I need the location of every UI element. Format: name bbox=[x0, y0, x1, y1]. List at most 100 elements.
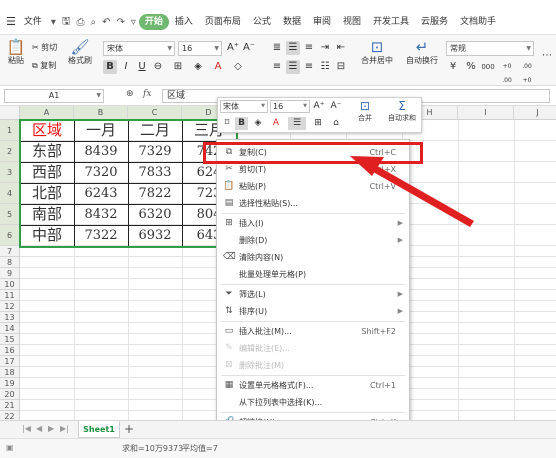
bold-button[interactable]: B bbox=[103, 60, 117, 74]
add-sheet-button[interactable]: + bbox=[124, 422, 134, 436]
last-sheet-icon[interactable]: ▶| bbox=[60, 424, 69, 433]
row-header-4[interactable]: 4 bbox=[0, 183, 20, 204]
file-menu[interactable]: 文件 bbox=[18, 14, 48, 30]
context-menu-item[interactable]: ⌫ 清除内容(N) bbox=[218, 249, 408, 266]
clear-icon[interactable]: ⌂ bbox=[329, 117, 343, 130]
tab-doc-assistant[interactable]: 文档助手 bbox=[454, 14, 502, 30]
font-color-icon[interactable]: A bbox=[268, 117, 284, 130]
strikethrough-icon[interactable]: ⊖ bbox=[151, 60, 165, 74]
data-cell[interactable]: 8439 bbox=[74, 141, 128, 162]
row-header-15[interactable]: 15 bbox=[0, 334, 20, 345]
row-header-5[interactable]: 5 bbox=[0, 204, 20, 225]
fill-color-icon[interactable]: ◈ bbox=[191, 60, 205, 74]
region-cell[interactable]: 东部 bbox=[20, 141, 74, 162]
data-cell[interactable]: 6932 bbox=[128, 225, 182, 246]
justify-icon[interactable]: ☷ bbox=[318, 60, 332, 74]
context-menu-item[interactable]: ▤ 选择性粘贴(S)... bbox=[218, 195, 408, 212]
row-header-10[interactable]: 10 bbox=[0, 279, 20, 290]
data-cell[interactable]: 7322 bbox=[74, 225, 128, 246]
thousands-button[interactable]: 000 bbox=[480, 60, 496, 74]
prev-sheet-icon[interactable]: ◀ bbox=[36, 424, 42, 433]
merge-center-button[interactable]: ⊡ 合并居中 bbox=[356, 39, 398, 66]
font-size-select[interactable]: 16 ▼ bbox=[178, 41, 222, 56]
outdent-icon[interactable]: ⇤ bbox=[334, 41, 348, 55]
data-cell[interactable]: 7822 bbox=[128, 183, 182, 204]
currency-icon[interactable]: ¥ bbox=[446, 60, 460, 74]
font-shrink-button[interactable]: A⁻ bbox=[242, 41, 256, 55]
format-painter-icon[interactable]: ⌑ bbox=[220, 117, 234, 130]
row-header-14[interactable]: 14 bbox=[0, 323, 20, 334]
row-header-8[interactable]: 8 bbox=[0, 257, 20, 268]
print-preview-icon[interactable]: ⌕ bbox=[87, 17, 99, 28]
save-icon[interactable]: 🖫 bbox=[59, 14, 74, 31]
data-cell[interactable]: 7329 bbox=[128, 141, 182, 162]
number-format-select[interactable]: 常规 ▼ bbox=[446, 41, 534, 56]
row-header-13[interactable]: 13 bbox=[0, 312, 20, 323]
row-header-17[interactable]: 17 bbox=[0, 356, 20, 367]
percent-button[interactable]: % bbox=[464, 60, 478, 74]
row-header-18[interactable]: 18 bbox=[0, 367, 20, 378]
print-icon[interactable]: ⎙ bbox=[73, 17, 87, 28]
macro-record-icon[interactable]: ▣ bbox=[6, 443, 14, 452]
column-header-a[interactable]: A bbox=[20, 106, 74, 120]
column-header-i[interactable]: I bbox=[458, 106, 514, 120]
font-name-select[interactable]: 宋体 ▼ bbox=[103, 41, 175, 56]
font-shrink-icon[interactable]: A⁻ bbox=[329, 100, 343, 113]
row-header-22[interactable]: 22 bbox=[0, 411, 20, 420]
mini-autosum-button[interactable]: Σ 自动求和 bbox=[382, 100, 422, 123]
clear-format-icon[interactable]: ◇ bbox=[231, 60, 245, 74]
font-grow-icon[interactable]: A⁺ bbox=[312, 100, 326, 113]
underline-button[interactable]: U bbox=[135, 60, 149, 74]
region-cell[interactable]: 北部 bbox=[20, 183, 74, 204]
region-cell[interactable]: 南部 bbox=[20, 204, 74, 225]
mini-font-size[interactable]: 16 ▼ bbox=[270, 100, 310, 113]
context-menu-item[interactable]: ⧉ 复制(C) Ctrl+C bbox=[218, 144, 408, 161]
mini-bold-button[interactable]: B bbox=[235, 117, 248, 130]
context-menu-item[interactable]: ⏷ 筛选(L) ▶ bbox=[218, 286, 408, 303]
context-menu-item[interactable]: 批量处理单元格(P) bbox=[218, 266, 408, 283]
row-header-16[interactable]: 16 bbox=[0, 345, 20, 356]
tab-review[interactable]: 审阅 bbox=[307, 14, 337, 30]
copy-button[interactable]: ⧉ 复制 bbox=[32, 60, 56, 71]
row-header-19[interactable]: 19 bbox=[0, 378, 20, 389]
header-cell[interactable]: 区域 bbox=[20, 120, 74, 141]
row-header-7[interactable]: 7 bbox=[0, 246, 20, 257]
next-sheet-icon[interactable]: ▶ bbox=[48, 424, 54, 433]
select-all-corner[interactable] bbox=[0, 106, 20, 120]
tab-insert[interactable]: 插入 bbox=[169, 14, 199, 30]
font-color-icon[interactable]: A bbox=[211, 60, 225, 74]
decrease-decimal-button[interactable]: .00 +0 bbox=[518, 60, 536, 84]
tab-cloud[interactable]: 云服务 bbox=[415, 14, 454, 30]
undo-icon[interactable]: ↶ bbox=[99, 17, 113, 28]
increase-decimal-button[interactable]: +0 .00 bbox=[498, 60, 516, 84]
header-cell[interactable]: 一月 bbox=[74, 120, 128, 141]
context-menu-item[interactable]: 从下拉列表中选择(K)... bbox=[218, 394, 408, 411]
align-middle-icon[interactable]: ☰ bbox=[286, 41, 300, 55]
row-header-12[interactable]: 12 bbox=[0, 301, 20, 312]
border-icon[interactable]: ⊞ bbox=[171, 60, 185, 74]
column-header-j[interactable]: J bbox=[514, 106, 556, 120]
data-cell[interactable]: 8432 bbox=[74, 204, 128, 225]
align-top-icon[interactable]: ≣ bbox=[270, 41, 284, 55]
border-icon[interactable]: ⊞ bbox=[310, 117, 326, 130]
cut-button[interactable]: ✂ 剪切 bbox=[32, 42, 57, 53]
context-menu-item[interactable]: ▦ 设置单元格格式(F)... Ctrl+1 bbox=[218, 377, 408, 394]
row-header-2[interactable]: 2 bbox=[0, 141, 20, 162]
context-menu-item[interactable]: ▭ 插入批注(M)... Shift+F2 bbox=[218, 323, 408, 340]
align-left-icon[interactable]: ≡ bbox=[270, 60, 284, 74]
header-cell[interactable]: 二月 bbox=[128, 120, 182, 141]
column-header-c[interactable]: C bbox=[128, 106, 182, 120]
row-header-3[interactable]: 3 bbox=[0, 162, 20, 183]
mini-font-name[interactable]: 宋体 ▼ bbox=[220, 100, 268, 113]
paste-button[interactable]: 📋 粘贴 bbox=[4, 39, 28, 66]
tab-formulas[interactable]: 公式 bbox=[247, 14, 277, 30]
font-grow-button[interactable]: A⁺ bbox=[226, 41, 240, 55]
distribute-icon[interactable]: ⊟ bbox=[334, 60, 348, 74]
format-painter-button[interactable]: 🖌 格式刷 bbox=[66, 39, 94, 66]
context-menu-item[interactable]: ⇅ 排序(U) ▶ bbox=[218, 303, 408, 320]
tab-view[interactable]: 视图 bbox=[337, 14, 367, 30]
data-cell[interactable]: 7833 bbox=[128, 162, 182, 183]
align-right-icon[interactable]: ≡ bbox=[302, 60, 316, 74]
redo-icon[interactable]: ↷ bbox=[113, 17, 127, 28]
tab-developer[interactable]: 开发工具 bbox=[367, 14, 415, 30]
